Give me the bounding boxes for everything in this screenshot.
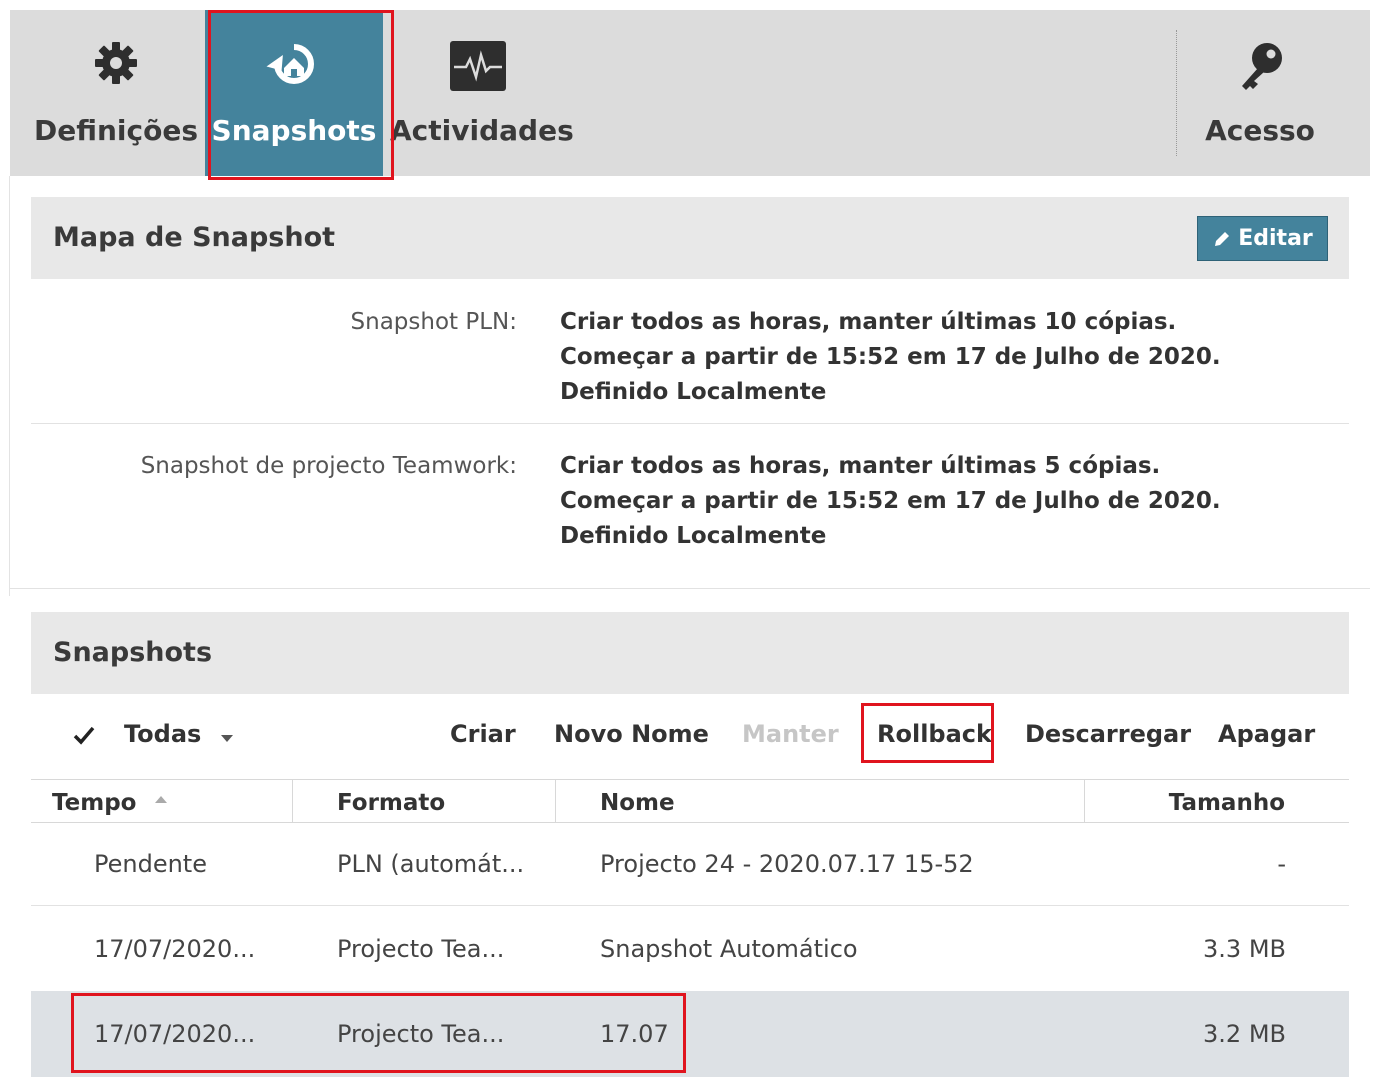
column-label: Tempo — [52, 790, 137, 816]
column-header-size[interactable]: Tamanho — [1169, 780, 1285, 822]
create-button[interactable]: Criar — [450, 716, 516, 752]
table-row[interactable]: Pendente PLN (automát... Projecto 24 - 2… — [31, 821, 1349, 907]
snapshot-restore-icon — [259, 36, 329, 96]
tab-label: Actividades — [390, 114, 574, 147]
key-icon — [1234, 40, 1286, 102]
cell-size: - — [1277, 850, 1286, 878]
keep-button[interactable]: Manter — [742, 716, 839, 752]
column-divider — [292, 780, 293, 822]
section-title: Mapa de Snapshot — [53, 222, 336, 253]
cell-time: Pendente — [94, 850, 207, 878]
cell-size: 3.3 MB — [1203, 935, 1286, 963]
map-row-line: Criar todos as horas, manter últimas 5 c… — [560, 453, 1161, 479]
tab-label: Acesso — [1205, 114, 1315, 147]
delete-button[interactable]: Apagar — [1218, 716, 1315, 752]
table-row[interactable]: 17/07/2020... Projecto Tea... Snapshot A… — [31, 906, 1349, 992]
column-header-format[interactable]: Formato — [337, 780, 445, 822]
map-row-line: Definido Localmente — [560, 379, 827, 405]
snapshots-table-header: Tempo Formato Nome Tamanho — [31, 779, 1349, 823]
map-row-key: Snapshot de projecto Teamwork: — [140, 453, 517, 479]
snapshots-header: Snapshots — [31, 612, 1349, 694]
map-row-key: Snapshot PLN: — [350, 309, 517, 335]
select-filter-dropdown[interactable]: Todas — [72, 716, 234, 753]
gear-icon — [93, 40, 139, 90]
map-row-line: Criar todos as horas, manter últimas 10 … — [560, 309, 1177, 335]
cell-size: 3.2 MB — [1203, 1020, 1286, 1048]
rename-button[interactable]: Novo Nome — [554, 716, 709, 752]
filter-label: Todas — [124, 720, 202, 748]
activity-monitor-icon — [449, 40, 507, 96]
column-header-name[interactable]: Nome — [600, 780, 675, 822]
check-icon — [72, 716, 110, 752]
map-row-line: Começar a partir de 15:52 em 17 de Julho… — [560, 488, 1221, 514]
selected-row-highlight — [71, 993, 686, 1073]
pencil-icon — [1215, 231, 1230, 246]
divider — [31, 423, 1349, 424]
cell-name: Projecto 24 - 2020.07.17 15-52 — [600, 850, 974, 878]
snapshot-map-header: Mapa de Snapshot Editar — [31, 197, 1349, 279]
cell-format: PLN (automát... — [337, 850, 525, 878]
download-button[interactable]: Descarregar — [1025, 716, 1191, 752]
map-row-line: Definido Localmente — [560, 523, 827, 549]
column-divider — [555, 780, 556, 822]
cell-name: Snapshot Automático — [600, 935, 858, 963]
divider — [10, 588, 1370, 589]
tab-label: Snapshots — [211, 114, 377, 147]
column-divider — [1084, 780, 1085, 822]
map-row-line: Começar a partir de 15:52 em 17 de Julho… — [560, 344, 1221, 370]
toolbar-divider — [1176, 30, 1177, 156]
tab-label: Definições — [33, 114, 198, 147]
sort-asc-icon — [155, 795, 168, 803]
tab-definicoes[interactable]: Definições — [30, 10, 202, 176]
panel-border — [9, 176, 10, 596]
map-row-value: Criar todos as horas, manter últimas 10 … — [560, 305, 1221, 410]
section-title: Snapshots — [53, 637, 213, 668]
column-header-time[interactable]: Tempo — [52, 780, 168, 822]
tab-actividades[interactable]: Actividades — [390, 10, 574, 176]
caret-down-icon — [220, 717, 234, 753]
map-row-value: Criar todos as horas, manter últimas 5 c… — [560, 449, 1221, 554]
tab-snapshots[interactable]: Snapshots — [205, 10, 383, 176]
edit-label: Editar — [1238, 226, 1313, 251]
edit-button[interactable]: Editar — [1197, 216, 1328, 261]
tab-acesso[interactable]: Acesso — [1195, 10, 1325, 176]
rollback-highlight — [861, 703, 994, 763]
active-tab-pointer — [284, 166, 304, 175]
cell-format: Projecto Tea... — [337, 935, 505, 963]
cell-time: 17/07/2020... — [94, 935, 256, 963]
